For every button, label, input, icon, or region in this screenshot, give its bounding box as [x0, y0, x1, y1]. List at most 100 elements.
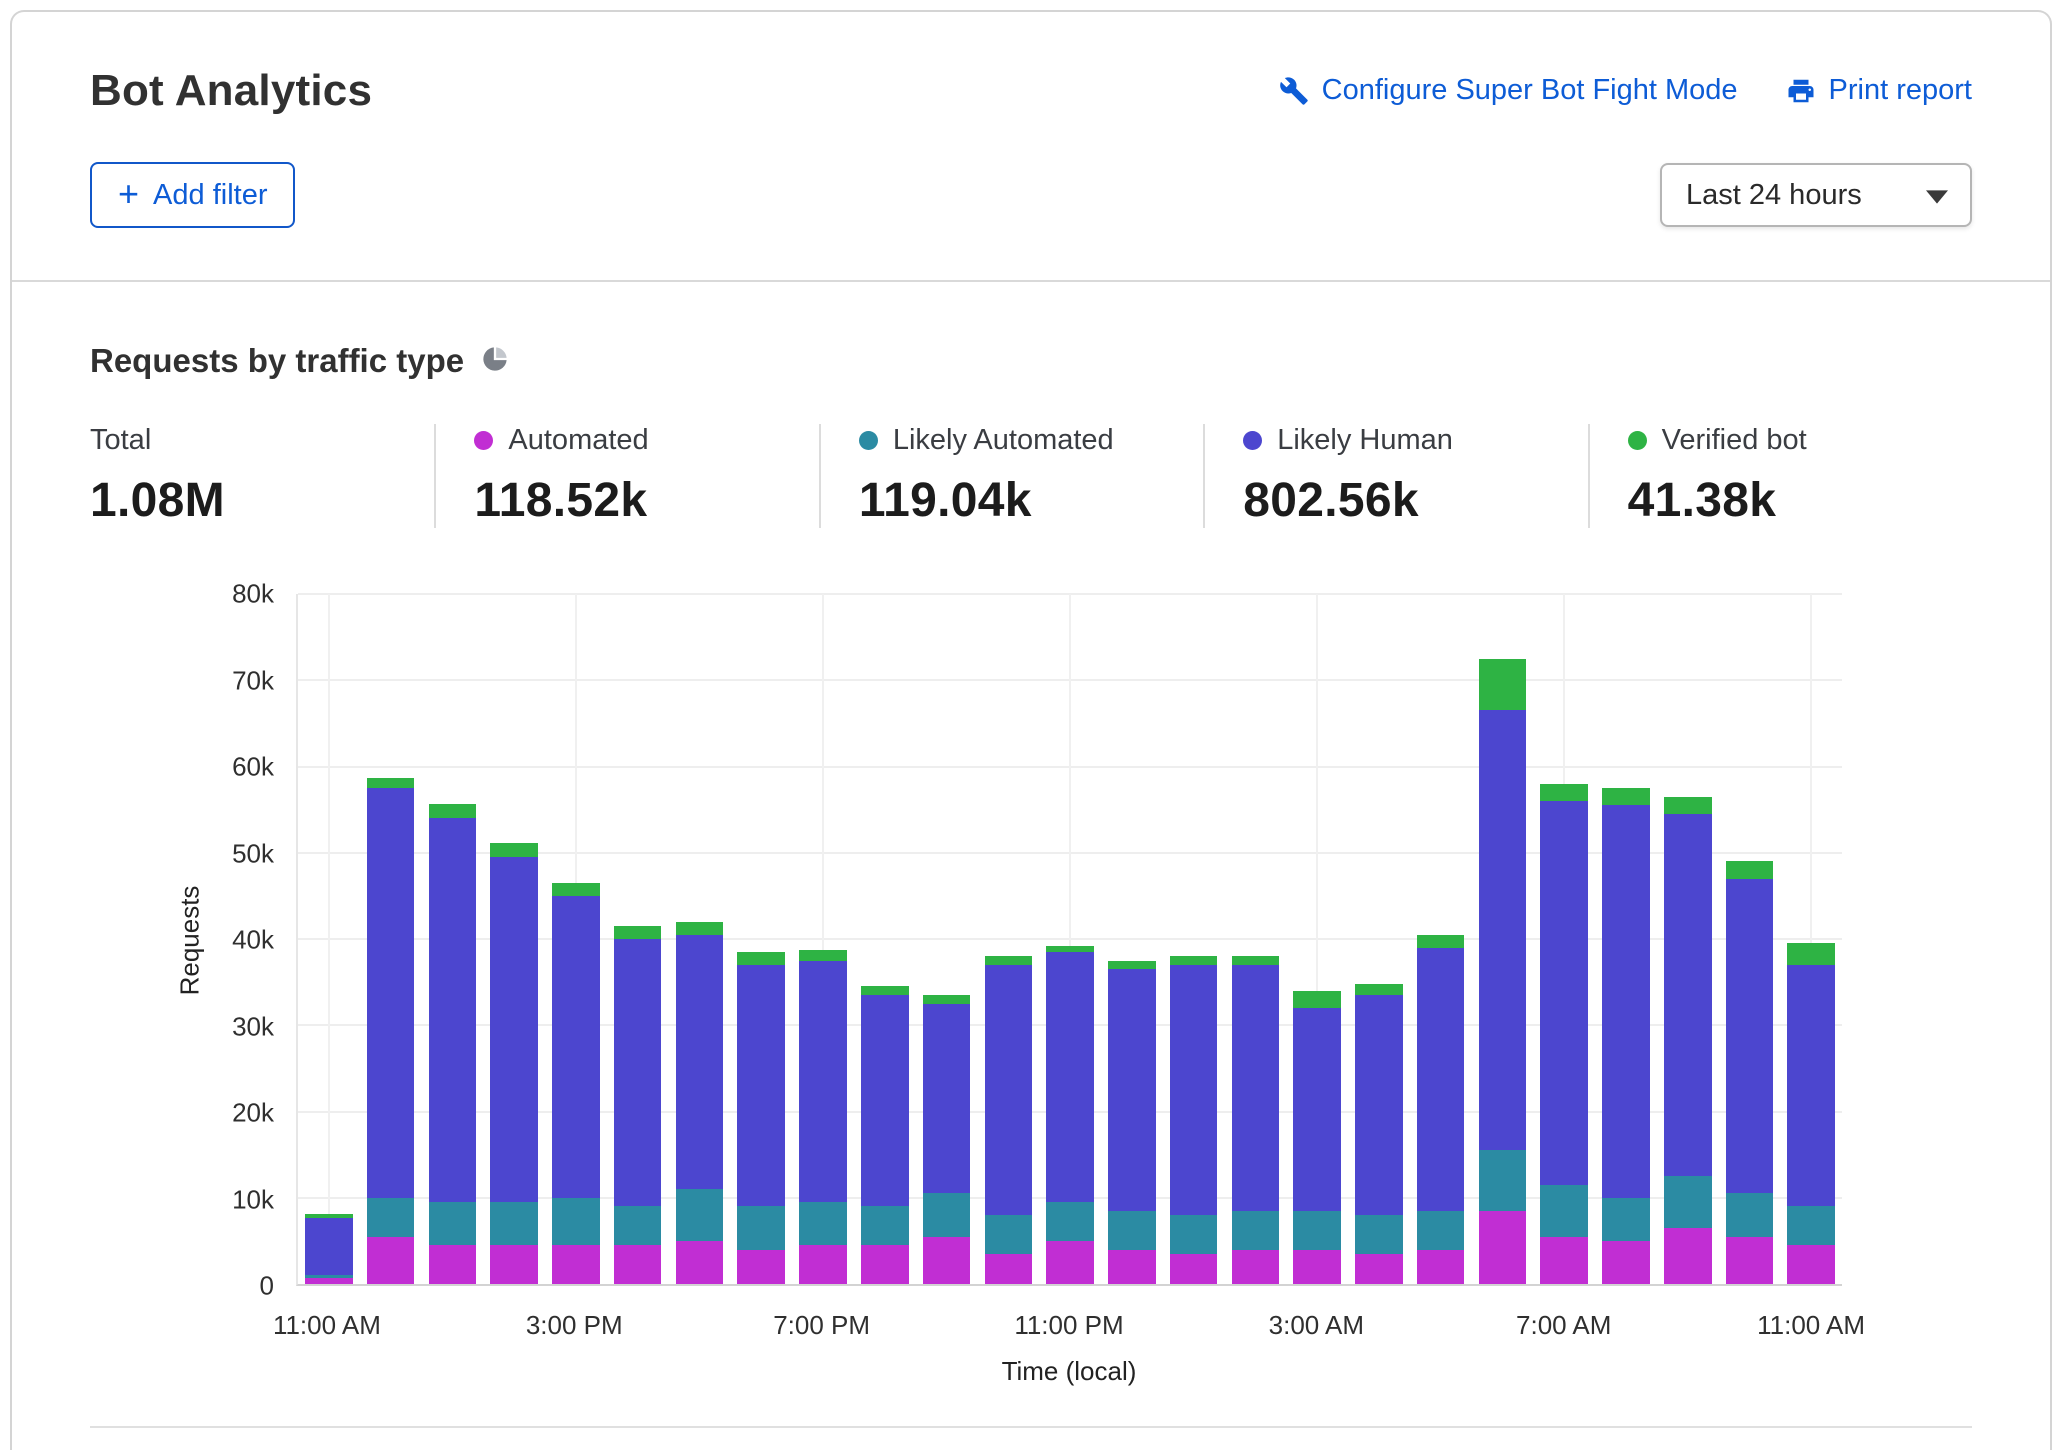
bar-segment-likely-human[interactable]	[1664, 814, 1712, 1176]
bar-segment-likely-human[interactable]	[1293, 1008, 1341, 1211]
bar-segment-likely-human[interactable]	[614, 939, 662, 1206]
bar-segment-verified-bot[interactable]	[1170, 956, 1218, 965]
configure-super-bot-fight-mode-link[interactable]: Configure Super Bot Fight Mode	[1279, 74, 1738, 107]
bar-segment-verified-bot[interactable]	[1787, 943, 1835, 965]
bar-segment-automated[interactable]	[1232, 1250, 1280, 1285]
bar-segment-verified-bot[interactable]	[737, 952, 785, 965]
bar-column[interactable]	[422, 594, 484, 1284]
bar-segment-automated[interactable]	[1170, 1254, 1218, 1284]
bar-column[interactable]	[1163, 594, 1225, 1284]
bar-column[interactable]	[545, 594, 607, 1284]
bar-segment-likely-automated[interactable]	[923, 1193, 971, 1236]
bar-segment-likely-automated[interactable]	[1602, 1198, 1650, 1241]
bar-segment-verified-bot[interactable]	[1355, 984, 1403, 995]
bar-segment-automated[interactable]	[490, 1245, 538, 1284]
bar-segment-verified-bot[interactable]	[923, 995, 971, 1004]
bar-column[interactable]	[1472, 594, 1534, 1284]
bar-column[interactable]	[1224, 594, 1286, 1284]
bar-segment-automated[interactable]	[861, 1245, 909, 1284]
bar-segment-likely-automated[interactable]	[1540, 1185, 1588, 1237]
bar-segment-likely-automated[interactable]	[1170, 1215, 1218, 1254]
bar-segment-likely-human[interactable]	[1232, 965, 1280, 1211]
bar-segment-automated[interactable]	[1664, 1228, 1712, 1284]
bar-segment-likely-human[interactable]	[799, 961, 847, 1203]
bar-segment-likely-human[interactable]	[1108, 969, 1156, 1211]
bar-segment-likely-automated[interactable]	[1046, 1202, 1094, 1241]
bar-segment-likely-human[interactable]	[552, 896, 600, 1198]
bar-column[interactable]	[1286, 594, 1348, 1284]
bar-segment-likely-human[interactable]	[1417, 948, 1465, 1211]
bar-segment-verified-bot[interactable]	[1232, 956, 1280, 965]
bar-segment-automated[interactable]	[1046, 1241, 1094, 1284]
bar-column[interactable]	[1719, 594, 1781, 1284]
bar-segment-verified-bot[interactable]	[429, 804, 477, 819]
bar-segment-likely-automated[interactable]	[861, 1206, 909, 1245]
bar-segment-likely-human[interactable]	[1602, 805, 1650, 1197]
time-range-select[interactable]: Last 24 hours	[1660, 163, 1972, 227]
bar-column[interactable]	[1039, 594, 1101, 1284]
bar-segment-verified-bot[interactable]	[1664, 797, 1712, 814]
bar-segment-likely-automated[interactable]	[490, 1202, 538, 1245]
bar-segment-verified-bot[interactable]	[1108, 961, 1156, 970]
bar-segment-verified-bot[interactable]	[614, 926, 662, 939]
bar-column[interactable]	[1780, 594, 1842, 1284]
bar-segment-likely-human[interactable]	[1540, 801, 1588, 1185]
bar-segment-verified-bot[interactable]	[367, 778, 415, 788]
bar-segment-likely-human[interactable]	[367, 788, 415, 1198]
bar-segment-likely-automated[interactable]	[985, 1215, 1033, 1254]
bar-segment-verified-bot[interactable]	[490, 843, 538, 857]
bar-segment-likely-human[interactable]	[861, 995, 909, 1206]
bar-segment-likely-automated[interactable]	[1355, 1215, 1403, 1254]
bar-segment-likely-human[interactable]	[737, 965, 785, 1207]
bar-column[interactable]	[1348, 594, 1410, 1284]
bar-segment-verified-bot[interactable]	[676, 922, 724, 935]
bar-column[interactable]	[854, 594, 916, 1284]
bar-segment-verified-bot[interactable]	[1726, 861, 1774, 878]
bar-segment-verified-bot[interactable]	[1293, 991, 1341, 1008]
bar-segment-automated[interactable]	[1417, 1250, 1465, 1285]
bar-segment-likely-automated[interactable]	[367, 1198, 415, 1237]
bar-segment-verified-bot[interactable]	[552, 883, 600, 896]
bar-segment-likely-human[interactable]	[1170, 965, 1218, 1215]
bar-segment-verified-bot[interactable]	[1417, 935, 1465, 948]
bar-segment-verified-bot[interactable]	[1602, 788, 1650, 805]
bar-segment-automated[interactable]	[614, 1245, 662, 1284]
bar-column[interactable]	[792, 594, 854, 1284]
bar-segment-automated[interactable]	[1726, 1237, 1774, 1284]
bar-segment-automated[interactable]	[1293, 1250, 1341, 1285]
bar-segment-likely-automated[interactable]	[1108, 1211, 1156, 1250]
add-filter-button[interactable]: + Add filter	[90, 162, 295, 228]
bar-segment-automated[interactable]	[1355, 1254, 1403, 1284]
bar-segment-likely-automated[interactable]	[1293, 1211, 1341, 1250]
bar-segment-likely-automated[interactable]	[1664, 1176, 1712, 1228]
bar-segment-automated[interactable]	[799, 1245, 847, 1284]
bar-column[interactable]	[483, 594, 545, 1284]
bar-segment-automated[interactable]	[1479, 1211, 1527, 1284]
bar-segment-likely-automated[interactable]	[552, 1198, 600, 1245]
bar-segment-automated[interactable]	[1108, 1250, 1156, 1285]
bar-segment-likely-human[interactable]	[1479, 710, 1527, 1150]
bar-segment-likely-human[interactable]	[1046, 952, 1094, 1202]
bar-column[interactable]	[730, 594, 792, 1284]
bar-segment-automated[interactable]	[676, 1241, 724, 1284]
bar-segment-likely-human[interactable]	[305, 1218, 353, 1274]
bar-segment-automated[interactable]	[552, 1245, 600, 1284]
bar-segment-likely-human[interactable]	[490, 857, 538, 1202]
bar-segment-likely-automated[interactable]	[737, 1206, 785, 1249]
bar-segment-verified-bot[interactable]	[1540, 784, 1588, 801]
bar-column[interactable]	[1657, 594, 1719, 1284]
bar-segment-automated[interactable]	[305, 1278, 353, 1284]
bar-segment-automated[interactable]	[737, 1250, 785, 1285]
bar-segment-verified-bot[interactable]	[1479, 659, 1527, 711]
bar-segment-likely-automated[interactable]	[676, 1189, 724, 1241]
bar-segment-automated[interactable]	[985, 1254, 1033, 1284]
bar-segment-verified-bot[interactable]	[799, 950, 847, 960]
bar-segment-automated[interactable]	[367, 1237, 415, 1284]
bar-segment-likely-human[interactable]	[1355, 995, 1403, 1215]
bar-column[interactable]	[360, 594, 422, 1284]
bar-column[interactable]	[1101, 594, 1163, 1284]
bar-segment-likely-human[interactable]	[923, 1004, 971, 1194]
bar-segment-automated[interactable]	[429, 1245, 477, 1284]
bar-segment-likely-automated[interactable]	[614, 1206, 662, 1245]
bar-column[interactable]	[977, 594, 1039, 1284]
